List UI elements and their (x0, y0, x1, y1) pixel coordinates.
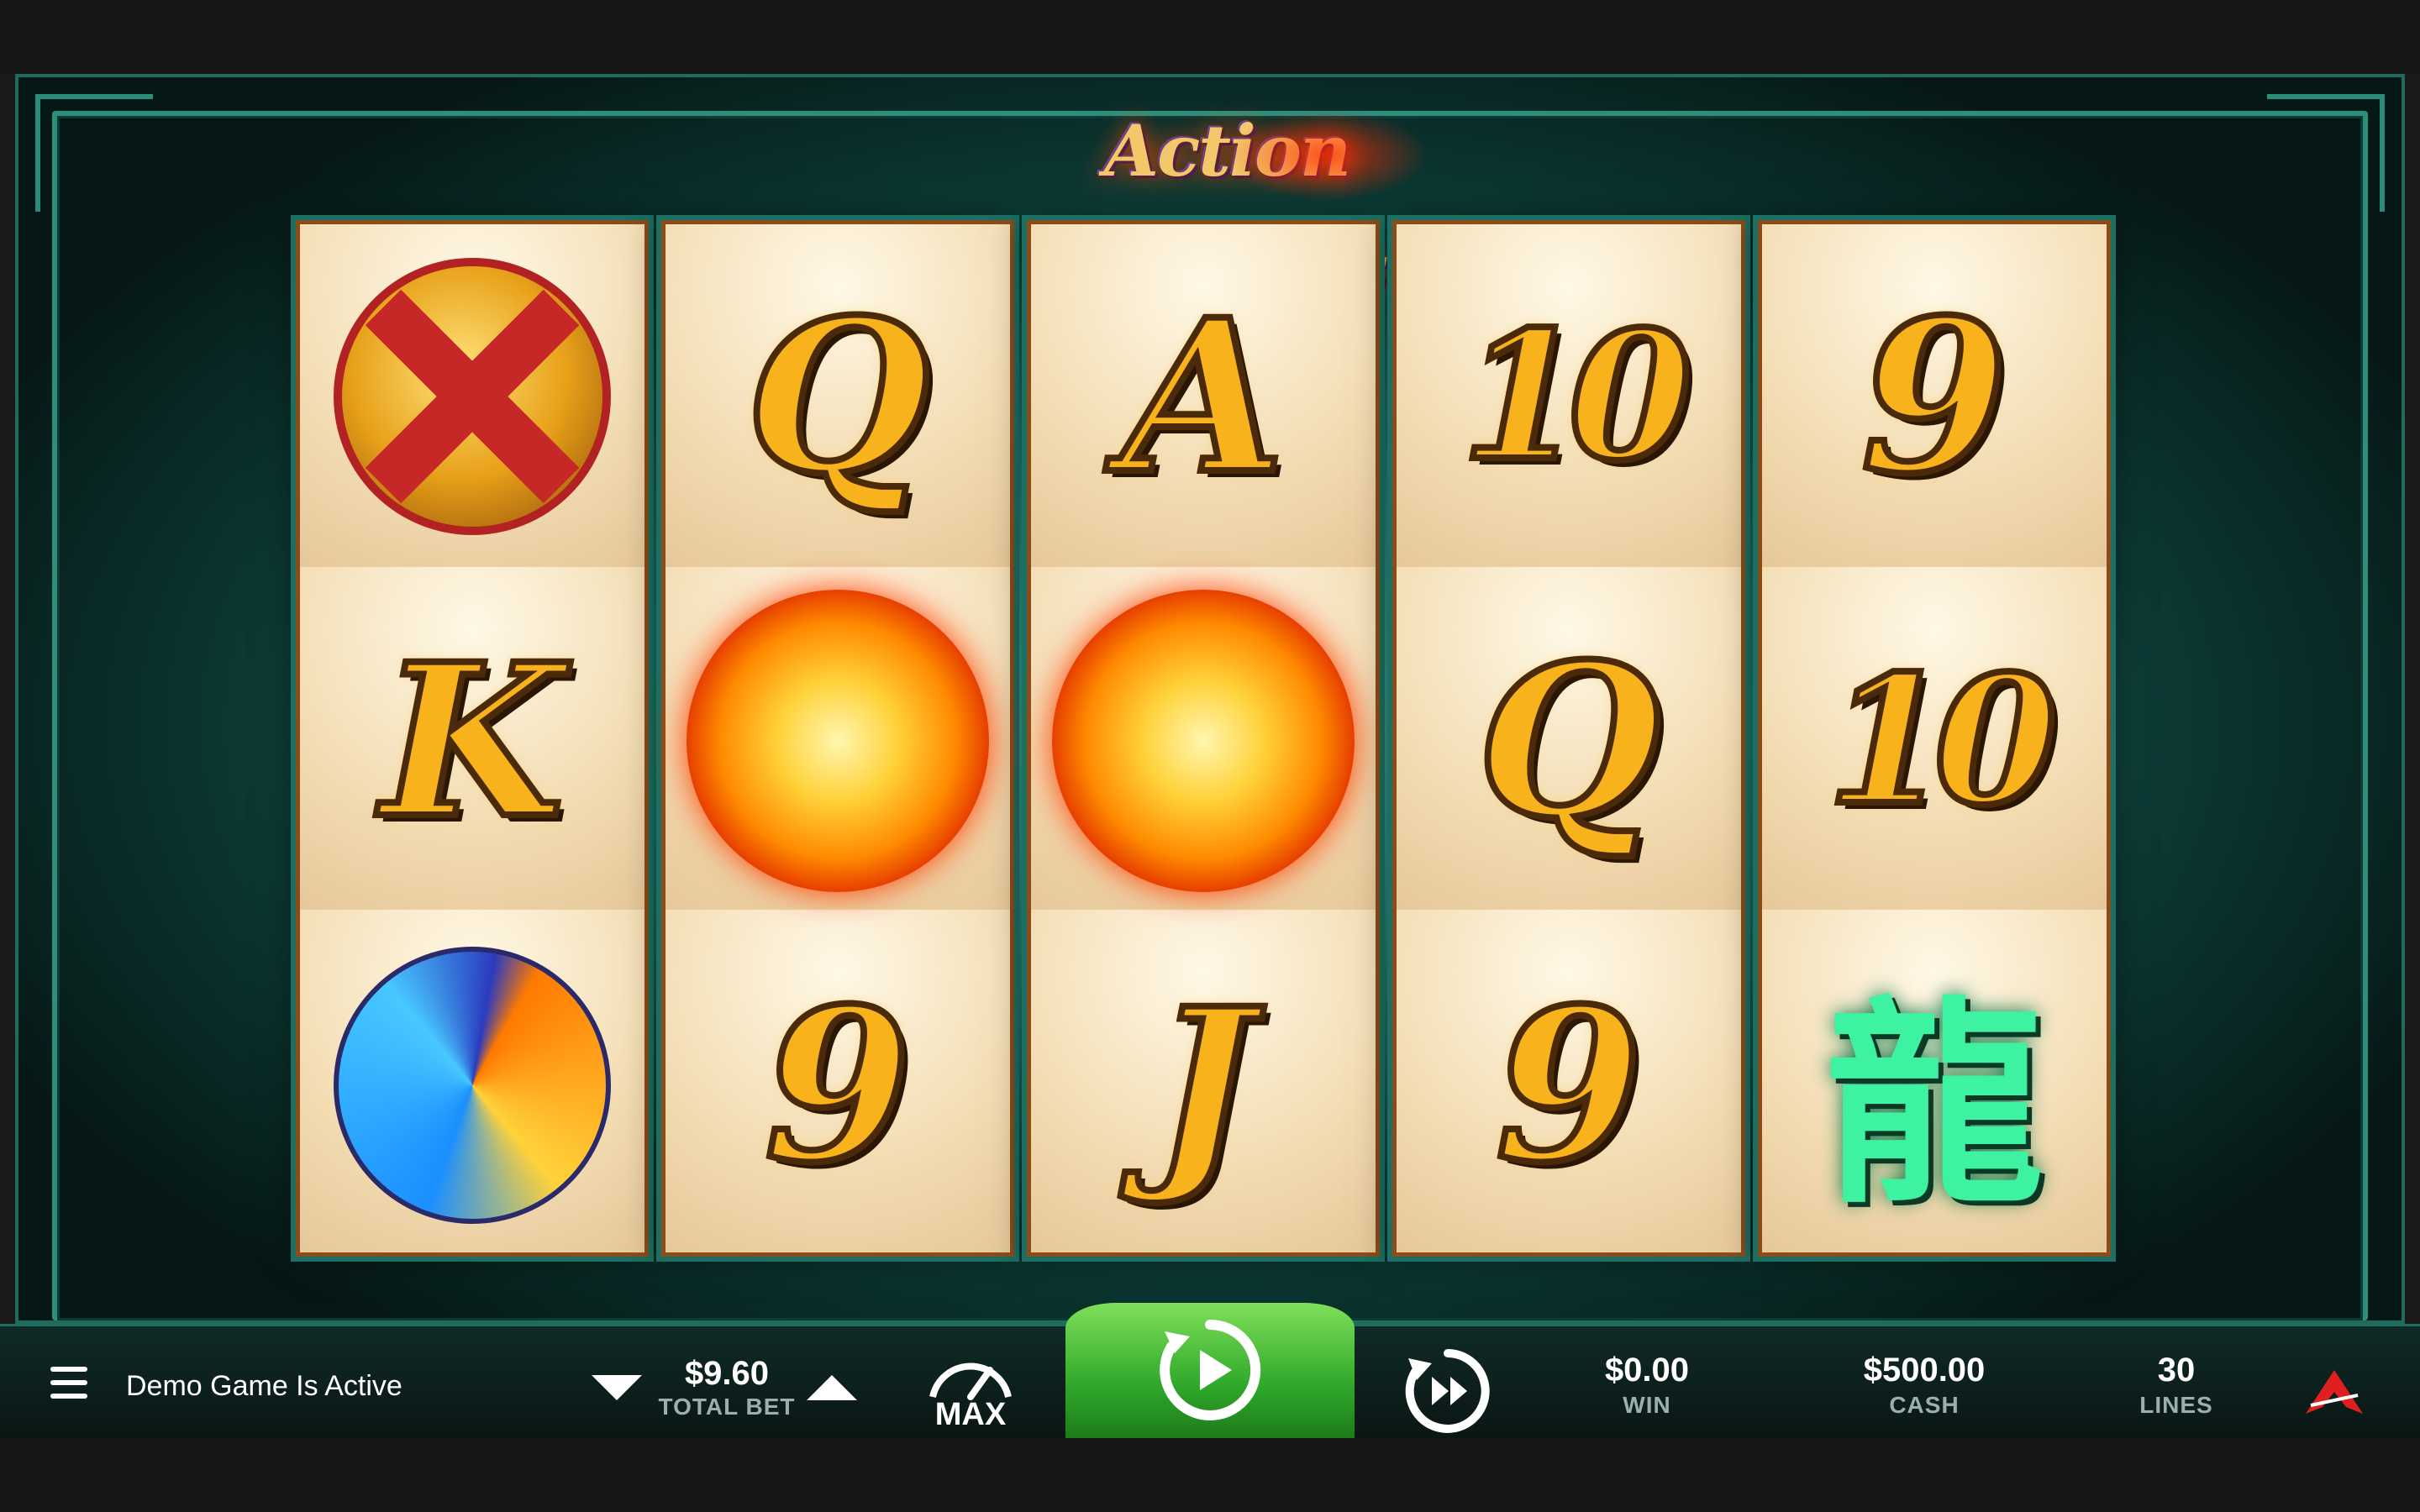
speedometer-icon (929, 1362, 1012, 1400)
autoplay-button[interactable] (1402, 1345, 1494, 1437)
top-letterbox (0, 0, 2420, 74)
reel-2: Q9 (661, 220, 1014, 1257)
reel-symbol: 龍 (1762, 913, 2107, 1257)
reel-symbol: J (1031, 913, 1376, 1257)
reel-symbol (666, 569, 1010, 913)
reel-symbol (300, 224, 644, 569)
symbol-10: 10 (1823, 637, 2060, 844)
total-bet-label: TOTAL BET (658, 1394, 796, 1420)
reel-symbol: 10 (1397, 224, 1741, 569)
max-label: MAX (934, 1397, 1007, 1432)
cash-value: $500.00 (1863, 1352, 1986, 1389)
demo-status-text: Demo Game Is Active (126, 1370, 402, 1402)
lines-label: LINES (2139, 1392, 2213, 1418)
symbol-q: Q (1474, 617, 1664, 864)
reel-symbol: K (300, 569, 644, 913)
reel-5: 9 10 龍 (1758, 220, 2111, 1257)
frame-corner-ornament (2267, 94, 2385, 212)
symbol-q: Q (743, 273, 933, 520)
lines-value: 30 (2157, 1352, 2196, 1389)
symbol-k: K (377, 617, 566, 864)
frame-corner-ornament (35, 94, 153, 212)
reel-symbol: Q (666, 224, 1010, 569)
cash-label: CASH (1889, 1392, 1960, 1418)
symbol-j: J (1150, 962, 1256, 1209)
reel-symbol: 9 (1397, 913, 1741, 1257)
bet-decrease-button[interactable] (592, 1375, 642, 1400)
logo-flame-glow (1227, 109, 1428, 202)
symbol-9: 9 (761, 962, 914, 1209)
symbol-a: A (1118, 273, 1288, 520)
reel-4: 10 Q 9 (1392, 220, 1745, 1257)
game-logo: Action Dragons (958, 92, 1496, 310)
reel-symbol: A (1031, 224, 1376, 569)
symbol-9: 9 (1858, 273, 2011, 520)
reel-symbol (300, 913, 644, 1257)
red-ribbon-coin-icon (334, 258, 611, 535)
autoplay-icon (1405, 1349, 1490, 1433)
reel-symbol: 10 (1762, 569, 2107, 913)
total-bet-value: $9.60 (684, 1355, 770, 1392)
symbol-9: 9 (1492, 962, 1645, 1209)
win-label: WIN (1623, 1392, 1671, 1418)
control-bar: Demo Game Is Active $9.60 TOTAL BET MAX … (0, 1303, 2420, 1441)
bottom-letterbox (0, 1438, 2420, 1512)
reel-1: K (296, 220, 649, 1257)
fireball-icon (1052, 590, 1355, 892)
fireball-icon (687, 590, 989, 892)
reel-symbol: Q (1397, 569, 1741, 913)
reel-symbol (1031, 569, 1376, 913)
symbol-10: 10 (1458, 292, 1695, 500)
brand-logo-icon (2306, 1370, 2363, 1414)
win-value: $0.00 (1604, 1352, 1690, 1389)
spin-icon (1160, 1319, 1261, 1420)
yin-yang-dragons-icon (334, 947, 611, 1224)
dragon-character-symbol: 龍 (1825, 976, 2044, 1233)
spin-button[interactable] (1065, 1303, 1355, 1441)
reel-symbol: 9 (666, 913, 1010, 1257)
max-bet-button[interactable]: MAX (923, 1343, 1018, 1436)
menu-icon[interactable] (50, 1367, 87, 1400)
reel-symbol: 9 (1762, 224, 2107, 569)
reel-3: AJ (1027, 220, 1380, 1257)
bet-increase-button[interactable] (807, 1375, 857, 1400)
